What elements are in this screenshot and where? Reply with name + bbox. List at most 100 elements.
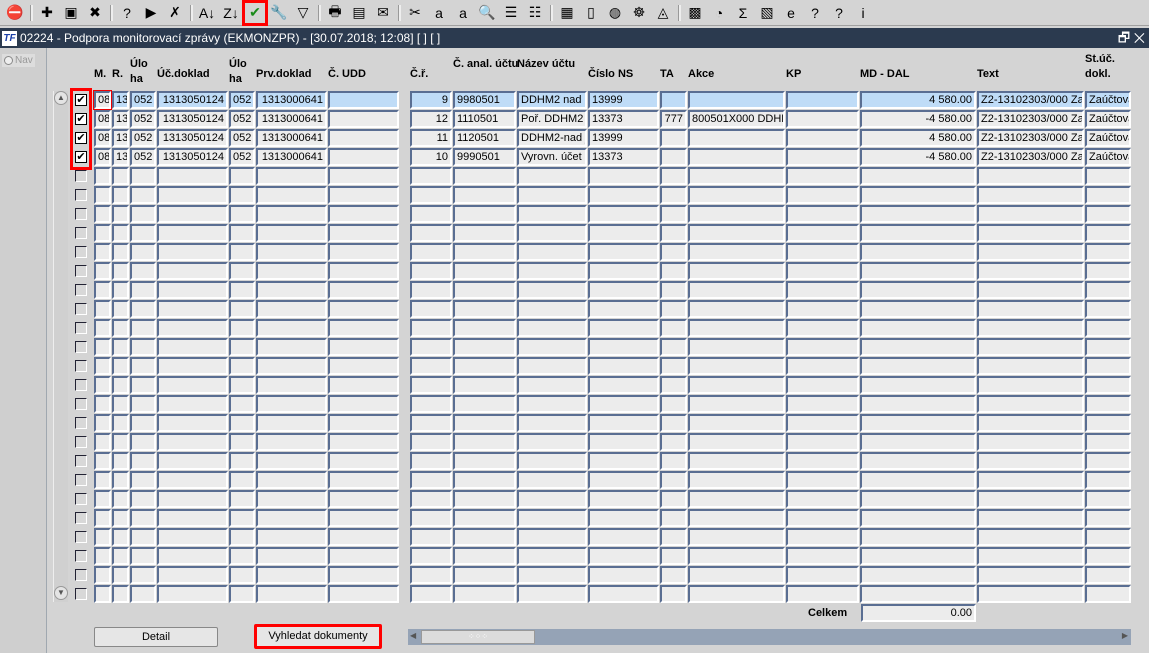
grid-cell[interactable] [517,585,587,603]
grid-cell[interactable] [660,414,687,432]
grid-cell[interactable] [328,509,399,527]
exit-icon[interactable]: ⛔ [4,2,26,24]
grid-cell[interactable] [786,471,859,489]
grid-cell[interactable] [94,585,111,603]
grid-cell[interactable]: 1313000641 [256,129,327,147]
grid-cell[interactable] [786,566,859,584]
grid-cell[interactable]: Z2-13102303/000 Za [977,110,1084,128]
grid-cell[interactable] [229,167,255,185]
grid-cell[interactable] [1085,433,1131,451]
grid-cell[interactable] [112,319,129,337]
grid-cell[interactable] [328,224,399,242]
grid-cell[interactable] [1085,357,1131,375]
grid-cell[interactable] [229,490,255,508]
grid-cell[interactable] [977,338,1084,356]
grid-cell[interactable] [860,186,976,204]
grid-cell[interactable] [328,262,399,280]
grid-cell[interactable] [660,167,687,185]
grid-cell[interactable] [256,509,327,527]
grid-cell[interactable] [1085,376,1131,394]
grid-cell[interactable] [786,300,859,318]
grid-cell[interactable] [229,471,255,489]
grid-cell[interactable] [157,490,228,508]
grid-cell[interactable] [688,91,785,109]
grid-cell[interactable] [977,414,1084,432]
grid-cell[interactable] [328,433,399,451]
grid-cell[interactable] [453,262,516,280]
grid-cell[interactable] [786,243,859,261]
grid-cell[interactable]: 13999 [588,129,659,147]
grid-cell[interactable] [157,585,228,603]
grid-cell[interactable] [112,395,129,413]
grid-cell[interactable] [517,300,587,318]
grid-cell[interactable] [688,129,785,147]
grid-cell[interactable] [256,433,327,451]
grid-cell[interactable] [588,452,659,470]
grid-cell[interactable] [588,414,659,432]
scroll-right-icon[interactable]: ▶ [1122,631,1128,640]
grid-cell[interactable]: Z2-13102303/000 Za [977,129,1084,147]
row-checkbox[interactable] [75,455,87,467]
grid-cell[interactable]: 9990501 [453,148,516,166]
grid-cell[interactable] [1085,167,1131,185]
grid-cell[interactable] [112,528,129,546]
grid-cell[interactable] [157,357,228,375]
grid-cell[interactable]: 08 [93,90,112,110]
grid-cell[interactable] [256,262,327,280]
grid-cell[interactable] [157,566,228,584]
grid-cell[interactable] [660,262,687,280]
grid-cell[interactable] [660,224,687,242]
grid-cell[interactable] [786,91,859,109]
grid-cell[interactable] [977,490,1084,508]
grid-cell[interactable] [1085,490,1131,508]
grid-cell[interactable] [112,471,129,489]
grid-cell[interactable] [256,205,327,223]
sum-icon[interactable]: Σ [732,2,754,24]
grid-cell[interactable] [410,414,452,432]
grid-cell[interactable] [786,319,859,337]
globe-icon[interactable]: ◍ [604,2,626,24]
list-icon[interactable]: ☰ [500,2,522,24]
grid-cell[interactable] [517,319,587,337]
info-icon[interactable]: i [852,2,874,24]
grid-cell[interactable] [588,585,659,603]
grid-cell[interactable] [688,452,785,470]
grid-cell[interactable]: 1313000641 [256,91,327,109]
grid-cell[interactable] [94,300,111,318]
grid-cell[interactable] [229,300,255,318]
grid-cell[interactable] [786,262,859,280]
grid-cell[interactable] [410,471,452,489]
grid-cell[interactable] [588,566,659,584]
grid-cell[interactable] [94,452,111,470]
grid-cell[interactable] [112,490,129,508]
grid-cell[interactable] [112,186,129,204]
grid-cell[interactable] [157,433,228,451]
grid-cell[interactable] [229,566,255,584]
grid-cell[interactable] [256,243,327,261]
row-checkbox[interactable] [75,284,87,296]
grid-cell[interactable] [94,414,111,432]
grid-cell[interactable] [410,224,452,242]
grid-cell[interactable]: 052 [229,110,255,128]
grid-cell[interactable]: 4 580.00 [860,91,976,109]
grid-cell[interactable] [517,471,587,489]
grid-cell[interactable]: Poř. DDHM2 n [517,110,587,128]
grid-cell[interactable] [410,357,452,375]
grid-cell[interactable] [517,414,587,432]
grid-cell[interactable] [660,566,687,584]
grid-cell[interactable]: Z2-13102303/000 Za [977,91,1084,109]
grid-cell[interactable] [1085,471,1131,489]
grid-cell[interactable] [94,338,111,356]
grid-cell[interactable]: 08 [94,129,111,147]
grid-cell[interactable]: 1110501 [453,110,516,128]
grid-cell[interactable] [453,471,516,489]
grid-cell[interactable] [977,528,1084,546]
row-checkbox[interactable] [75,360,87,372]
grid-cell[interactable] [256,395,327,413]
grid-cell[interactable] [256,376,327,394]
grid-cell[interactable] [410,319,452,337]
grid-cell[interactable] [328,357,399,375]
grid-cell[interactable] [229,262,255,280]
grid-cell[interactable]: 13 [112,91,129,109]
grid-cell[interactable] [453,357,516,375]
